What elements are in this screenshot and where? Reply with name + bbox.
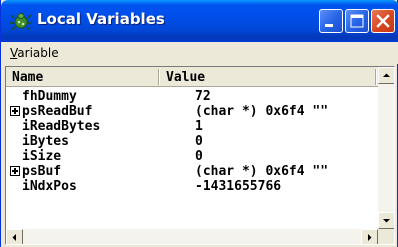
variable-row[interactable]: iBytes 0 [6, 134, 378, 149]
variable-name: fhDummy [22, 89, 77, 104]
title-bar[interactable]: Local Variables [1, 0, 398, 42]
variable-value: 72 [195, 89, 211, 104]
menu-bar: Variable [1, 42, 398, 64]
variable-row[interactable]: iReadBytes 1 [6, 119, 378, 134]
scroll-down-button[interactable] [378, 212, 394, 229]
variable-name: psBuf [22, 164, 62, 179]
variable-value: 0 [195, 149, 203, 164]
scroll-up-button[interactable] [378, 67, 394, 84]
variables-list[interactable]: Name Value fhDummy 72 psReadBuf (char *) 0x… [5, 66, 395, 245]
variable-value: 1 [195, 119, 203, 134]
scrollbar-corner [378, 229, 394, 244]
vertical-scrollbar[interactable] [378, 67, 394, 229]
variable-value: (char *) 0x6f4 "" [195, 164, 329, 179]
variable-value: (char *) 0x6f4 "" [195, 104, 329, 119]
variable-row[interactable]: iNdxPos -1431655766 [6, 179, 378, 194]
variable-row[interactable]: psBuf (char *) 0x6f4 "" [6, 164, 378, 179]
list-header: Name Value [6, 67, 378, 87]
variable-name: iReadBytes [22, 119, 101, 134]
column-divider[interactable] [158, 69, 160, 85]
expand-plus-icon[interactable] [10, 106, 20, 116]
debugger-bug-icon [10, 12, 32, 31]
column-divider[interactable] [375, 69, 377, 85]
variable-value: -1431655766 [195, 179, 282, 194]
menu-variable[interactable]: Variable [10, 46, 59, 60]
variable-name: iBytes [22, 134, 69, 149]
column-header-value[interactable]: Value [166, 70, 205, 85]
variable-name: iNdxPos [22, 179, 77, 194]
variable-row[interactable]: fhDummy 72 [6, 89, 378, 104]
variable-row[interactable]: psReadBuf (char *) 0x6f4 "" [6, 104, 378, 119]
scroll-left-button[interactable] [6, 229, 23, 244]
minimize-button[interactable] [319, 9, 343, 33]
variable-name: psReadBuf [22, 104, 93, 119]
window-title: Local Variables [37, 10, 165, 28]
scroll-right-button[interactable] [361, 229, 378, 244]
horizontal-scrollbar[interactable] [6, 229, 378, 244]
close-button[interactable] [371, 9, 395, 33]
expand-plus-icon[interactable] [10, 166, 20, 176]
variable-value: 0 [195, 134, 203, 149]
variable-row[interactable]: iSize 0 [6, 149, 378, 164]
maximize-button[interactable] [345, 9, 369, 33]
column-header-name[interactable]: Name [12, 70, 43, 85]
variable-name: iSize [22, 149, 62, 164]
menu-variable-label: ariable [17, 46, 59, 60]
local-variables-window: Local Variables Variable Name Value fhDu… [0, 0, 398, 247]
